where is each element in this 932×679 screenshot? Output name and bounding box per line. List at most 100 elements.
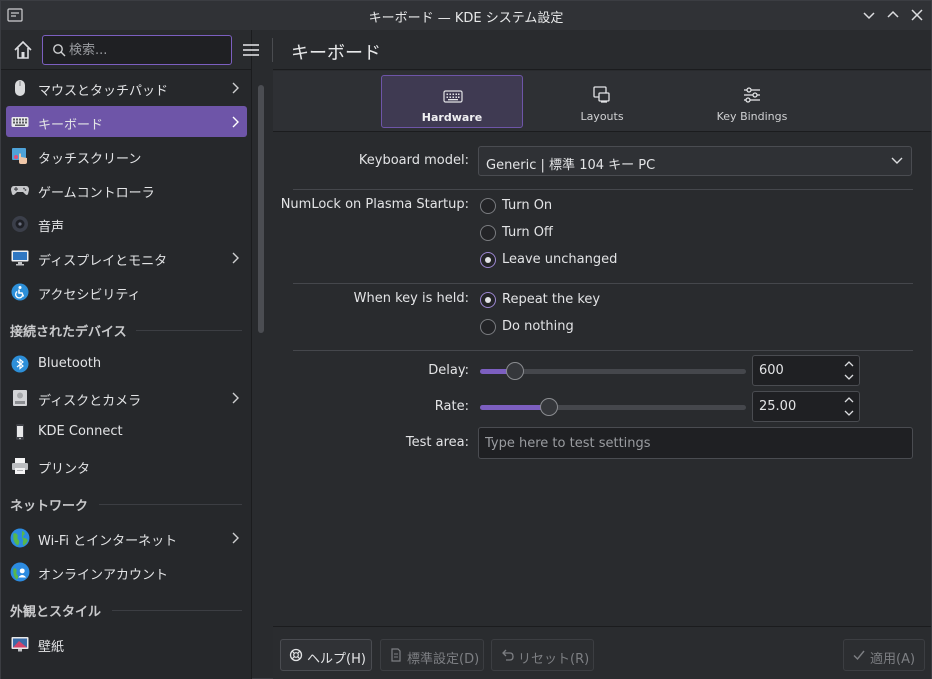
- chevron-right-icon: [232, 392, 239, 404]
- hamburger-menu-icon[interactable]: [242, 42, 260, 58]
- undo-icon: [502, 649, 514, 661]
- sidebar-item-printer[interactable]: プリンタ: [1, 449, 251, 483]
- document-icon: [391, 648, 401, 662]
- globe-icon: [10, 528, 30, 548]
- touchscreen-icon: [12, 148, 27, 164]
- defaults-button[interactable]: 標準設定(D): [380, 639, 484, 671]
- header-separator: [272, 38, 273, 62]
- tab-bar: Hardware Layouts Key Bindings: [273, 71, 931, 132]
- sidebar-item-label: Bluetooth: [38, 356, 102, 371]
- divider: [293, 283, 913, 284]
- keyboard-model-label: Keyboard model:: [358, 153, 469, 168]
- sidebar-item-label: タッチスクリーン: [38, 152, 142, 167]
- radio-label: Do nothing: [502, 319, 574, 334]
- section-heading: ネットワーク: [10, 499, 89, 514]
- sidebar-item-label: 音声: [38, 220, 65, 235]
- radio-circle: [480, 252, 496, 268]
- slider-handle[interactable]: [540, 398, 558, 416]
- sidebar-item-bluetooth[interactable]: Bluetooth: [1, 347, 251, 381]
- radio-label: Turn Off: [502, 225, 553, 240]
- keyboard-model-combo[interactable]: Generic | 標準 104 キー PC: [478, 146, 912, 176]
- keyboard-model-value: Generic | 標準 104 キー PC: [486, 158, 656, 173]
- phone-icon: [16, 424, 24, 440]
- radio-circle: [480, 225, 496, 241]
- test-area-input[interactable]: [485, 428, 905, 458]
- tab-key-bindings[interactable]: Key Bindings: [681, 75, 823, 128]
- title-bar[interactable]: キーボード — KDE システム設定: [1, 1, 931, 30]
- reset-button[interactable]: リセット(R): [491, 639, 594, 671]
- sidebar-item-label: アクセシビリティ: [38, 288, 141, 303]
- maximize-icon[interactable]: [885, 7, 901, 23]
- apply-button[interactable]: 適用(A): [843, 639, 925, 671]
- delay-label: Delay:: [428, 363, 469, 378]
- sidebar-item-label: プリンタ: [38, 462, 91, 477]
- footer-bar: ヘルプ(H) 標準設定(D) リセット(R) 適用(A): [273, 626, 931, 679]
- mouse-icon: [15, 80, 25, 96]
- sidebar-item-touchscreen[interactable]: タッチスクリーン: [1, 139, 251, 173]
- sidebar-scrollbar[interactable]: [258, 85, 264, 333]
- sidebar-item-online-accounts[interactable]: オンラインアカウント: [1, 555, 251, 589]
- chevron-down-icon: [891, 157, 903, 164]
- sidebar-item-disks[interactable]: ディスクとカメラ: [1, 381, 251, 415]
- section-divider: [99, 504, 242, 505]
- page-header: キーボード: [272, 30, 931, 70]
- tab-hardware[interactable]: Hardware: [381, 75, 523, 128]
- section-connected-devices: 接続されたデバイス: [1, 309, 251, 347]
- radio-circle: [480, 292, 496, 308]
- keyboard-icon: [11, 117, 29, 127]
- sidebar-item-label: ゲームコントローラ: [38, 186, 155, 201]
- delay-spinbox[interactable]: 600: [752, 355, 860, 386]
- tab-layouts[interactable]: Layouts: [531, 75, 673, 128]
- main-panel: キーボード Hardware Layouts Key Bindings Keyb…: [272, 30, 931, 679]
- defaults-button-label: 標準設定(D): [407, 652, 480, 667]
- chevron-down-icon[interactable]: [843, 372, 855, 382]
- sidebar-item-mouse[interactable]: マウスとタッチパッド: [1, 71, 251, 105]
- radio-circle: [480, 198, 496, 214]
- apply-button-label: 適用(A): [870, 652, 916, 667]
- divider: [293, 350, 913, 351]
- rate-slider[interactable]: [480, 397, 746, 417]
- radio-circle: [480, 319, 496, 335]
- sidebar-item-wifi[interactable]: Wi-Fi とインターネット: [1, 521, 251, 555]
- sidebar-item-gamepad[interactable]: ゲームコントローラ: [1, 173, 251, 207]
- sidebar-item-audio[interactable]: 音声: [1, 207, 251, 241]
- system-settings-window: キーボード — KDE システム設定 検索... マウスとタッチパッド キーボー…: [0, 0, 932, 679]
- sidebar-item-label: Wi-Fi とインターネット: [38, 534, 178, 549]
- rate-spinbox[interactable]: 25.00: [752, 391, 860, 422]
- delay-slider[interactable]: [480, 361, 746, 381]
- chevron-right-icon: [232, 252, 239, 264]
- minimize-icon[interactable]: [861, 7, 877, 23]
- disk-icon: [13, 390, 27, 406]
- tab-label: Hardware: [421, 111, 483, 124]
- search-field[interactable]: [42, 35, 232, 65]
- key-bindings-icon: [744, 87, 760, 103]
- sidebar-item-keyboard[interactable]: キーボード: [1, 105, 251, 139]
- chevron-up-icon[interactable]: [843, 395, 855, 405]
- sidebar-item-label: ディスプレイとモニタ: [38, 254, 168, 269]
- section-heading: 接続されたデバイス: [10, 325, 127, 340]
- home-icon[interactable]: [11, 38, 35, 62]
- sidebar-item-label: 壁紙: [38, 640, 65, 655]
- help-button-label: ヘルプ(H): [307, 652, 366, 667]
- sidebar-item-wallpaper[interactable]: 壁紙: [1, 627, 251, 661]
- numlock-label: NumLock on Plasma Startup:: [280, 197, 469, 212]
- radio-dot: [485, 257, 491, 263]
- speaker-icon: [12, 216, 28, 232]
- slider-handle[interactable]: [506, 362, 524, 380]
- sidebar-item-accessibility[interactable]: アクセシビリティ: [1, 275, 251, 309]
- help-button[interactable]: ヘルプ(H): [280, 639, 372, 671]
- radio-label: Repeat the key: [502, 292, 601, 307]
- search-input[interactable]: [69, 36, 229, 64]
- sidebar-item-kde-connect[interactable]: KDE Connect: [1, 415, 251, 449]
- rate-value: 25.00: [759, 399, 797, 414]
- close-icon[interactable]: [909, 7, 925, 23]
- search-icon: [53, 44, 66, 57]
- layouts-icon: [593, 86, 610, 103]
- test-area-field[interactable]: [478, 427, 913, 459]
- chevron-up-icon[interactable]: [843, 359, 855, 369]
- chevron-down-icon[interactable]: [843, 408, 855, 418]
- sidebar-item-display[interactable]: ディスプレイとモニタ: [1, 241, 251, 275]
- rate-label: Rate:: [434, 399, 469, 414]
- test-area-label: Test area:: [405, 435, 469, 450]
- sidebar-header: [1, 30, 251, 70]
